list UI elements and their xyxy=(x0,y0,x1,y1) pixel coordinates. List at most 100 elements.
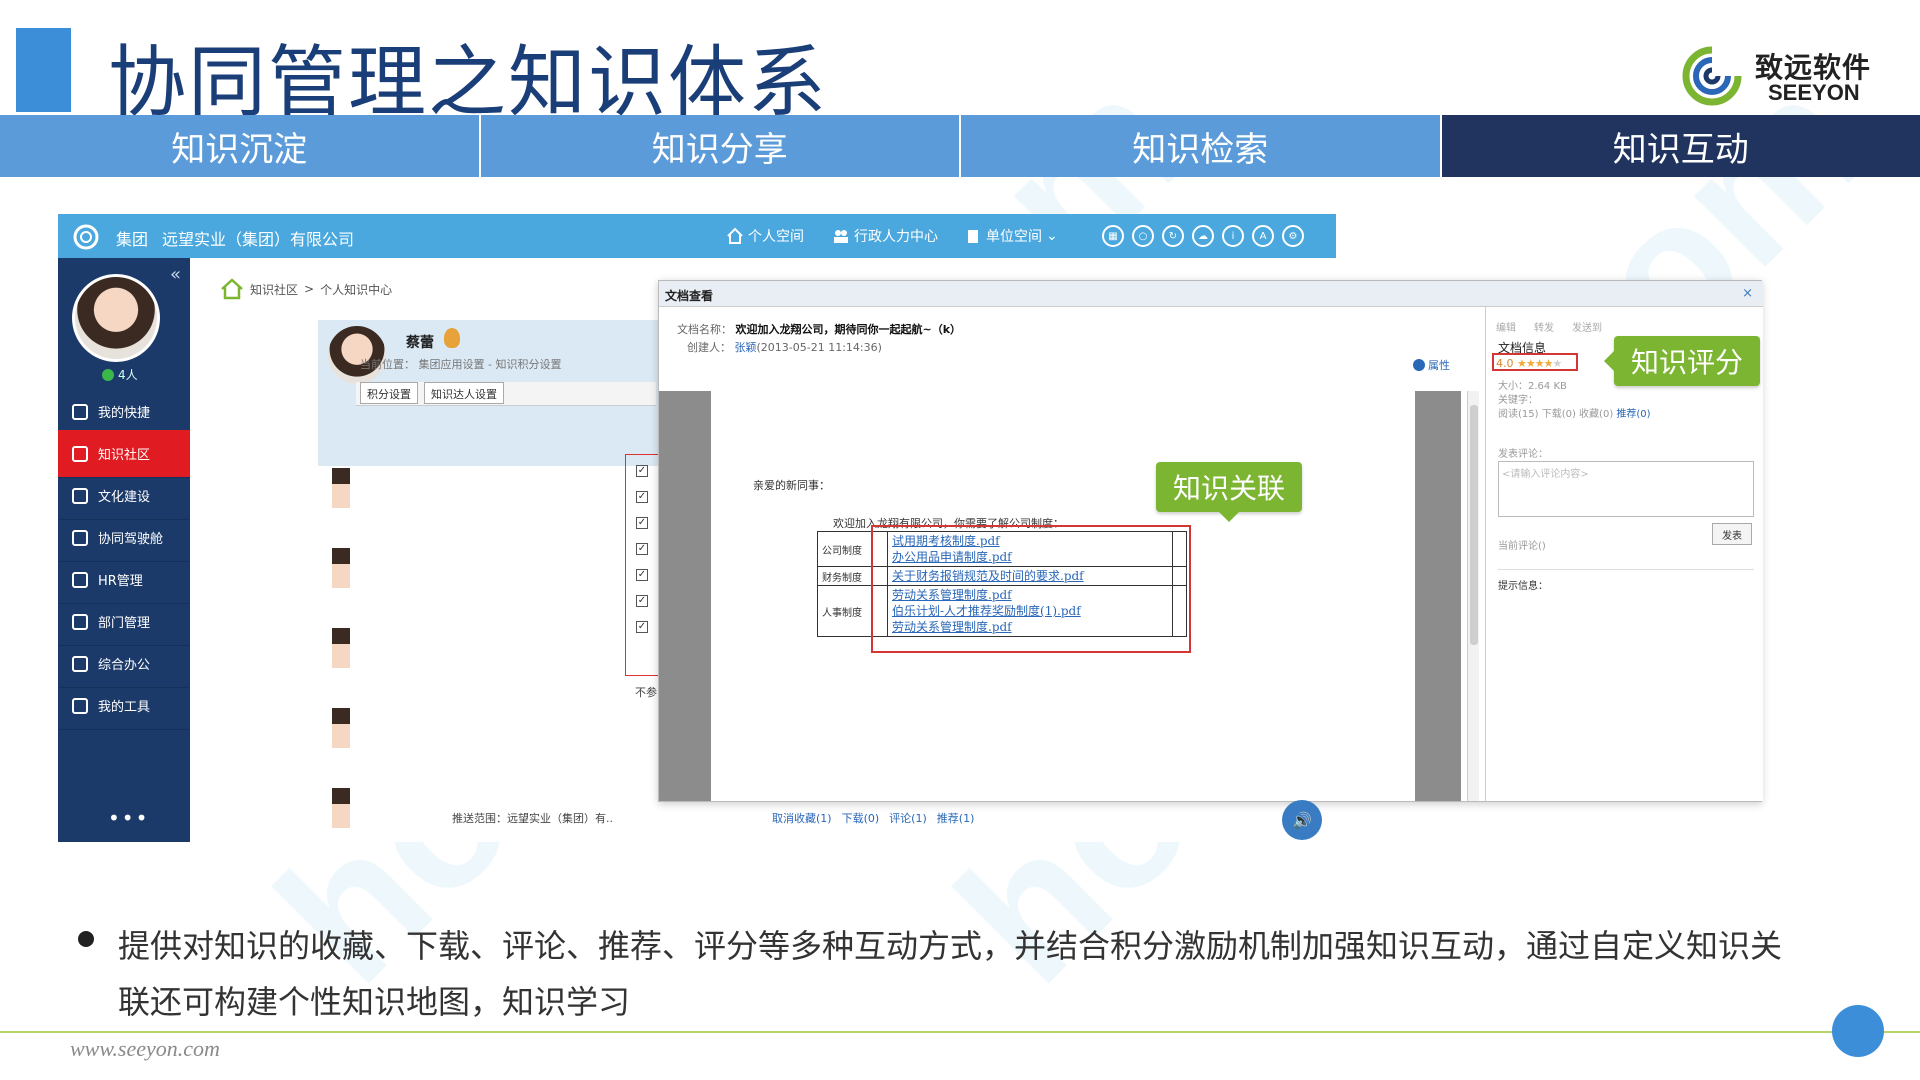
nav-unit-space[interactable]: 单位空间 ⌄ xyxy=(964,226,1058,246)
org-chart-icon xyxy=(72,613,88,630)
send-to-button[interactable]: 发送到 xyxy=(1572,319,1602,334)
download-link[interactable]: 下载(0) xyxy=(842,810,880,826)
keywords: 关键字： xyxy=(1498,395,1538,406)
sidebar-item-hr[interactable]: HR管理 xyxy=(58,556,190,604)
tab-knowledge-interaction[interactable]: 知识互动 xyxy=(1441,115,1920,177)
sidebar-item-shortcuts[interactable]: 我的快捷 xyxy=(58,388,190,436)
breadcrumb-root[interactable]: 知识社区 xyxy=(250,281,298,298)
info-icon[interactable]: i xyxy=(1222,225,1244,247)
sidebar-item-office[interactable]: 综合办公 xyxy=(58,640,190,688)
sidebar-item-label: 我的工具 xyxy=(98,700,151,715)
comment-input[interactable]: <请输入评论内容> xyxy=(1498,461,1754,517)
sidebar-item-label: 文化建设 xyxy=(98,490,151,505)
close-icon[interactable]: × xyxy=(1742,286,1753,301)
edit-button[interactable]: 编辑 xyxy=(1496,319,1516,334)
comment-link[interactable]: 评论(1) xyxy=(889,810,927,826)
plus-icon xyxy=(72,403,88,420)
book-icon xyxy=(72,445,88,462)
sidebar-item-label: 我的快捷 xyxy=(98,406,151,421)
footer-url[interactable]: www.seeyon.com xyxy=(70,1036,220,1062)
search-icon[interactable]: ○ xyxy=(1132,225,1154,247)
property-link[interactable]: 属性 xyxy=(1413,357,1450,373)
doc-name-label: 文档名称： xyxy=(677,323,732,336)
logo-text-en: SEEYON xyxy=(1768,80,1860,105)
footer-dot xyxy=(1832,1005,1884,1057)
avatar[interactable] xyxy=(332,708,350,748)
person-panel: 蔡蕾 当前位置： 集团应用设置 - 知识积分设置 积分设置 知识达人设置 xyxy=(318,320,658,466)
home-icon xyxy=(727,227,743,244)
sidebar-item-tools[interactable]: 我的工具 xyxy=(58,682,190,730)
tab-knowledge-search[interactable]: 知识检索 xyxy=(961,115,1442,177)
building-icon xyxy=(968,230,978,243)
forward-button[interactable]: 转发 xyxy=(1534,319,1554,334)
nav-admin-hr-center[interactable]: 行政人力中心 xyxy=(832,226,938,246)
creator-row: 创建人： 张颖(2013-05-21 11:14:36) xyxy=(687,339,882,355)
online-count: 4人 xyxy=(102,366,138,383)
checkbox[interactable]: ✓ xyxy=(636,517,648,529)
avatar[interactable] xyxy=(332,548,350,588)
avatar[interactable] xyxy=(332,628,350,668)
footer-divider xyxy=(0,1031,1920,1033)
sidebar-item-label: 部门管理 xyxy=(98,616,151,631)
seeyon-logo-icon xyxy=(73,224,99,250)
nav-label: 单位空间 xyxy=(986,229,1042,245)
seeyon-logo-icon xyxy=(1682,46,1742,106)
topbar-tools: ▦ ○ ↻ ☁ i A ⚙ xyxy=(1102,225,1304,247)
sidebar-item-culture[interactable]: 文化建设 xyxy=(58,472,190,520)
company-name[interactable]: 远望实业（集团）有限公司 xyxy=(162,226,354,250)
created-time: (2013-05-21 11:14:36) xyxy=(756,341,882,354)
recommend-count-link[interactable]: 推荐(0) xyxy=(1616,409,1650,420)
group-label[interactable]: 集团 xyxy=(116,226,148,250)
checkbox[interactable]: ✓ xyxy=(636,491,648,503)
toolbox-icon xyxy=(72,697,88,714)
text-size-icon[interactable]: A xyxy=(1252,225,1274,247)
dashboard-icon xyxy=(72,529,88,546)
checkbox[interactable]: ✓ xyxy=(636,543,648,555)
push-scope: 推送范围：远望实业（集团）有.. xyxy=(452,812,613,825)
checkbox[interactable]: ✓ xyxy=(636,465,648,477)
tab-knowledge-sharing[interactable]: 知识分享 xyxy=(480,115,961,177)
file-size: 大小：2.64 KB xyxy=(1498,381,1567,392)
tab-points-settings[interactable]: 积分设置 xyxy=(360,382,418,404)
recommend-link[interactable]: 推荐(1) xyxy=(937,810,975,826)
creator-link[interactable]: 张颖 xyxy=(735,341,757,354)
avatar[interactable] xyxy=(332,788,350,828)
sidebar-item-label: 协同驾驶舱 xyxy=(98,532,164,547)
checkbox[interactable]: ✓ xyxy=(636,621,648,633)
breadcrumb-separator: > xyxy=(304,282,315,296)
document-name-row: 文档名称： 欢迎加入龙翔公司，期待同你一起起航~（k） xyxy=(677,321,961,337)
sidebar-item-cockpit[interactable]: 协同驾驶舱 xyxy=(58,514,190,562)
grid-icon[interactable]: ▦ xyxy=(1102,225,1124,247)
sidebar-item-knowledge-community[interactable]: 知识社区 xyxy=(58,430,190,478)
settings-icon[interactable]: ⚙ xyxy=(1282,225,1304,247)
sidebar-item-label: HR管理 xyxy=(98,574,143,589)
divider xyxy=(1498,569,1754,570)
sidebar-item-department[interactable]: 部门管理 xyxy=(58,598,190,646)
checkbox[interactable]: ✓ xyxy=(636,569,648,581)
tab-knowledge-accumulation[interactable]: 知识沉淀 xyxy=(0,115,481,177)
cloud-icon[interactable]: ☁ xyxy=(1192,225,1214,247)
collapse-icon[interactable]: « xyxy=(170,264,181,285)
checkbox[interactable]: ✓ xyxy=(636,595,648,607)
tab-expert-settings[interactable]: 知识达人设置 xyxy=(424,382,504,404)
scrollbar[interactable] xyxy=(1467,391,1479,801)
nav-personal-space[interactable]: 个人空间 xyxy=(726,226,804,246)
avatar[interactable] xyxy=(332,468,350,508)
home-icon[interactable] xyxy=(220,278,244,300)
person-name: 蔡蕾 xyxy=(406,335,434,351)
settings-tabs: 积分设置 知识达人设置 xyxy=(356,382,656,406)
speaker-icon[interactable]: 🔊 xyxy=(1282,800,1322,840)
document-stats: 阅读(15) 下载(0) 收藏(0) 推荐(0) xyxy=(1498,405,1651,420)
avatar[interactable] xyxy=(328,326,386,384)
scrollbar-thumb[interactable] xyxy=(1470,405,1478,645)
seeyon-logo: 致远软件 SEEYON xyxy=(1680,40,1880,110)
refresh-icon[interactable]: ↻ xyxy=(1162,225,1184,247)
avatar[interactable] xyxy=(72,274,160,362)
cancel-favorite-link[interactable]: 取消收藏(1) xyxy=(772,810,832,826)
submit-comment-button[interactable]: 发表 xyxy=(1712,523,1752,545)
document-actions: 取消收藏(1) 下载(0) 评论(1) 推荐(1) xyxy=(772,810,974,826)
document-page: 亲爱的新同事： 欢迎加入龙翔有限公司，你需要了解公司制度： 公司制度 试用期考核… xyxy=(711,391,1415,801)
more-icon[interactable]: ••• xyxy=(108,806,149,830)
online-status-icon xyxy=(102,368,114,381)
sidebar-item-label: 综合办公 xyxy=(98,658,151,673)
